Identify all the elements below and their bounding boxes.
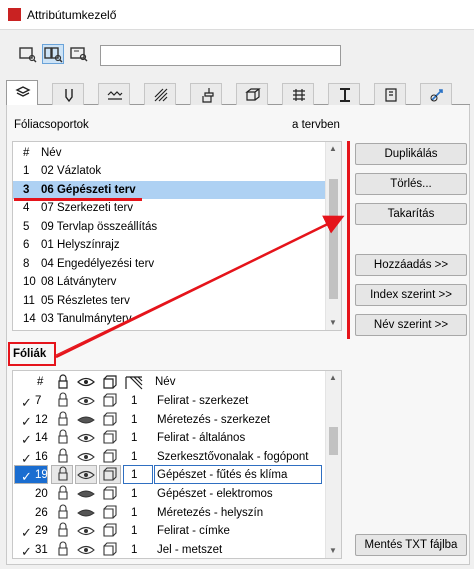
attribute-manager-window: Attribútumkezelő Fóliacsoportok a tervbe… (0, 0, 474, 569)
annotation-arrow (55, 215, 345, 359)
